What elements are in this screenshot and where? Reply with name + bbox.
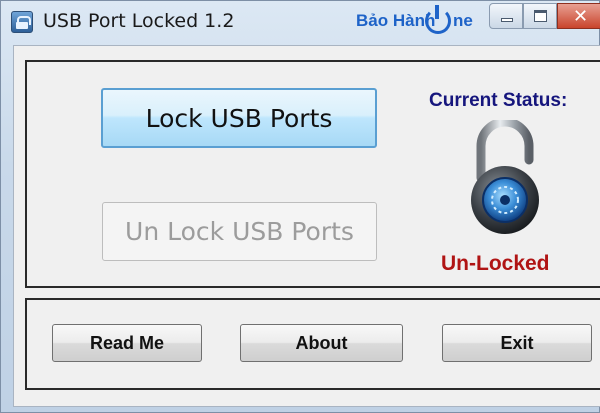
exit-button[interactable]: Exit (442, 324, 592, 362)
minimize-button[interactable] (489, 3, 523, 29)
status-value: Un-Locked (441, 252, 550, 275)
usb-lock-icon (11, 11, 33, 33)
watermark-text: Bảo Hành (356, 11, 436, 30)
read-me-button[interactable]: Read Me (52, 324, 202, 362)
app-window: USB Port Locked 1.2 Bảo Hành ne ✕ Lock U… (0, 0, 600, 413)
main-panel: Lock USB Ports Un Lock USB Ports Current… (25, 60, 600, 288)
window-title: USB Port Locked 1.2 (43, 10, 235, 32)
current-status-label: Current Status: (429, 90, 568, 111)
unlock-usb-ports-button[interactable]: Un Lock USB Ports (102, 202, 377, 261)
minimize-icon (501, 18, 513, 22)
watermark-logo-icon (425, 5, 451, 34)
close-button[interactable]: ✕ (557, 3, 600, 29)
client-area: Lock USB Ports Un Lock USB Ports Current… (13, 45, 600, 407)
padlock-open-icon (465, 117, 545, 240)
title-bar[interactable]: USB Port Locked 1.2 Bảo Hành ne ✕ (1, 1, 600, 43)
maximize-icon (534, 10, 547, 22)
maximize-button[interactable] (523, 3, 557, 29)
about-button[interactable]: About (240, 324, 403, 362)
watermark-text-tail: ne (453, 11, 473, 30)
lock-usb-ports-button[interactable]: Lock USB Ports (101, 88, 377, 148)
close-icon: ✕ (573, 6, 589, 27)
footer-panel: Read Me About Exit (25, 298, 600, 390)
